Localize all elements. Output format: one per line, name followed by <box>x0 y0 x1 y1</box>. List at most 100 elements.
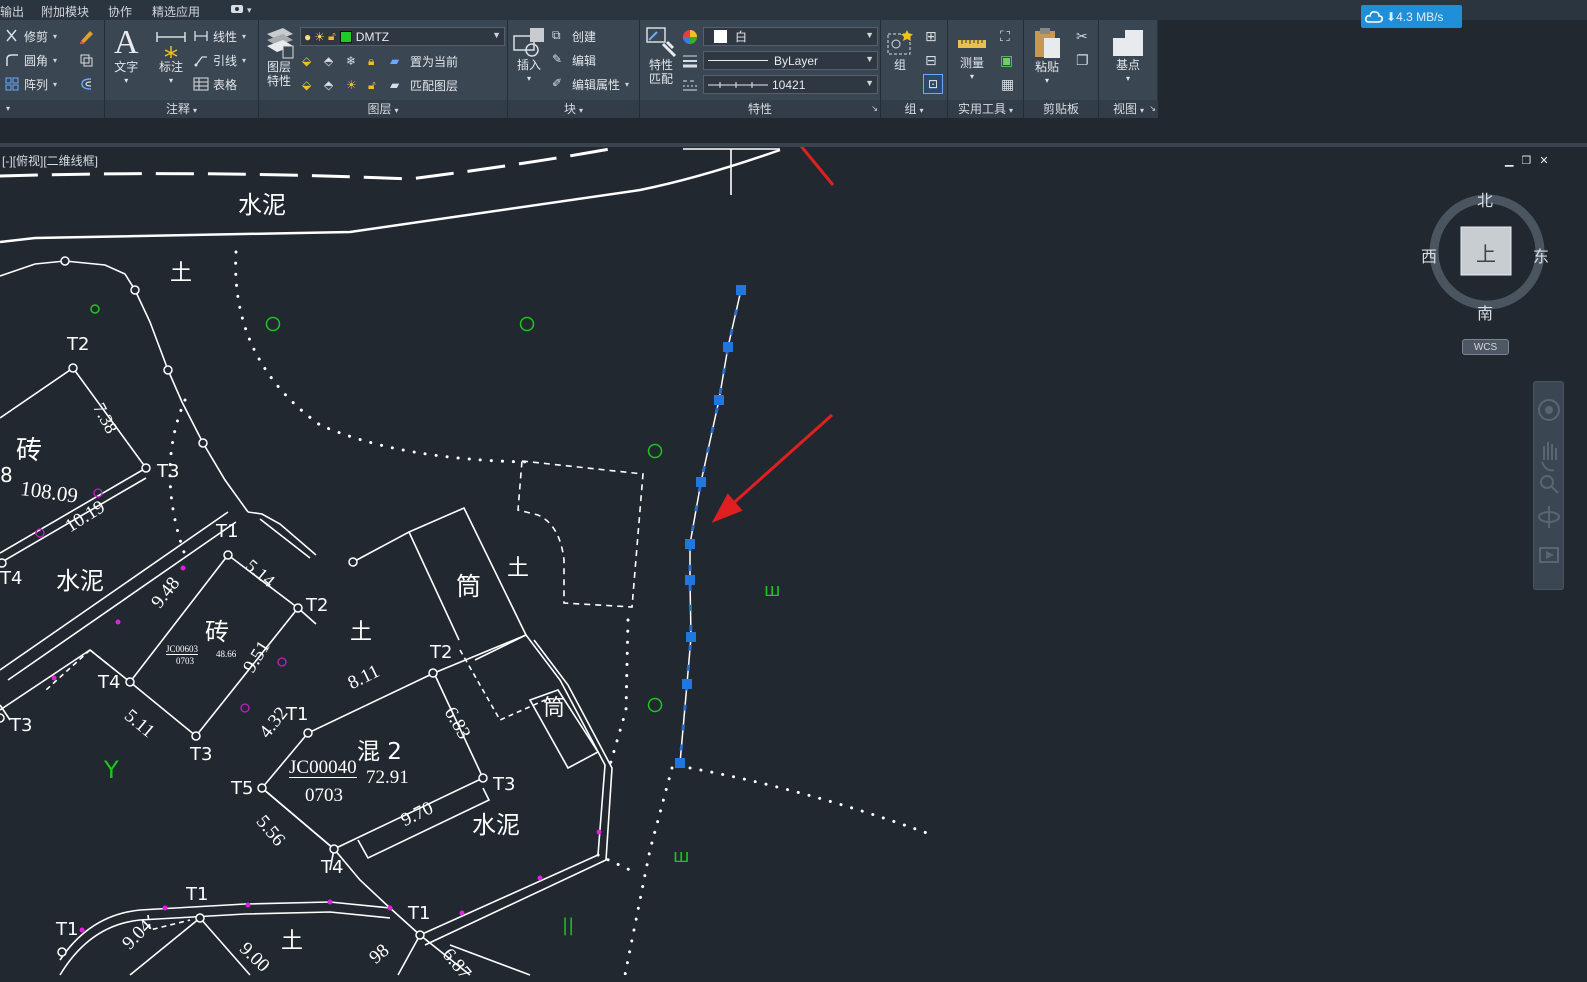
wcs-menu[interactable]: WCS <box>1462 339 1509 355</box>
showmotion-icon[interactable] <box>1539 547 1559 563</box>
fillet-icon <box>6 54 18 66</box>
match-properties-button[interactable]: 特性 匹配 <box>645 26 677 86</box>
menu-collaborate[interactable]: 协作 <box>108 3 132 20</box>
fillet-button[interactable]: 圆角 ▾ <box>4 50 57 70</box>
array-button[interactable]: 阵列 ▾ <box>4 74 57 94</box>
layer-unisolate-icon[interactable]: ⬙ <box>302 78 324 92</box>
set-current-button[interactable]: 置为当前 <box>410 53 458 70</box>
groups-panel-title[interactable]: 组 ▾ <box>881 100 947 118</box>
layer-thaw-all-icon[interactable]: ☀ <box>346 78 368 92</box>
minimize-icon[interactable]: ▁ <box>1505 154 1513 167</box>
copy-clip-icon[interactable]: ❐ <box>1076 52 1089 69</box>
layer-unlock-all-icon[interactable]: 🔓︎ <box>368 78 390 93</box>
group-button[interactable]: 组 <box>885 28 915 72</box>
viewcube-west[interactable]: 西 <box>1421 243 1437 267</box>
leader-button[interactable]: 引线 ▾ <box>193 50 246 70</box>
select-all-icon[interactable]: ▣ <box>1000 52 1013 69</box>
drawing-canvas[interactable] <box>0 147 1587 982</box>
color-value: 白 <box>735 30 748 44</box>
text-button[interactable]: A 文字 ▾ <box>114 26 139 88</box>
edit-block-button[interactable]: ✎ 编辑 <box>552 50 596 70</box>
workspace-icon[interactable] <box>230 3 244 18</box>
modify-panel: 修剪 ▾ 圆角 ▾ 阵列 ▾ ▾ <box>0 20 105 118</box>
drawing-label: T5 <box>231 778 254 799</box>
menu-featured-apps[interactable]: 精选应用 <box>152 3 200 20</box>
modify-panel-title[interactable]: ▾ <box>0 100 104 118</box>
base-point-label: 基点 <box>1115 58 1140 72</box>
linetype-dropdown[interactable]: ByLayer ▼ <box>703 51 878 70</box>
calculator-icon[interactable]: ▦ <box>1001 76 1014 93</box>
layer-freeze-icon[interactable]: ❄ <box>346 54 368 68</box>
ungroup-icon[interactable]: ⊞ <box>925 28 937 45</box>
drawing-label: 0703 <box>176 656 194 666</box>
zoom-extents-icon[interactable] <box>1540 475 1559 494</box>
base-point-button[interactable]: 基点 ▾ <box>1111 28 1145 86</box>
quick-select-icon[interactable]: ⛶ <box>1000 28 1010 45</box>
create-block-button[interactable]: ⧉ 创建 <box>552 26 596 46</box>
layer-isolate-icon[interactable]: ⬙ <box>302 54 324 68</box>
color-dropdown[interactable]: 白 ▼ <box>703 27 878 46</box>
utilities-panel-title[interactable]: 实用工具 ▾ <box>948 100 1023 118</box>
steering-wheel-icon[interactable] <box>1538 399 1560 421</box>
create-block-icon: ⧉ <box>552 28 561 42</box>
layer-lock-icon[interactable]: 🔒︎ <box>368 54 390 69</box>
layer-off-icon[interactable]: ⬘ <box>324 54 346 68</box>
view-panel-title[interactable]: 视图 ▾ ↘ <box>1099 100 1158 118</box>
erase-icon[interactable] <box>78 28 96 44</box>
orbit-icon[interactable] <box>1538 506 1560 528</box>
copy-icon[interactable] <box>78 52 96 68</box>
clipboard-panel-title[interactable]: 剪贴板 <box>1024 100 1098 118</box>
color-wheel-icon <box>683 30 697 44</box>
table-button[interactable]: 表格 <box>193 74 237 94</box>
groups-panel: 组 ⊞ ⊟ ⊡ 组 ▾ <box>881 20 948 118</box>
drawing-label: 0703 <box>305 785 343 806</box>
group-edit-icon[interactable]: ⊟ <box>925 52 937 69</box>
block-panel-title[interactable]: 块 ▾ <box>508 100 639 118</box>
dimension-button[interactable]: 标注 ▾ <box>155 28 187 88</box>
match-properties-icon <box>646 27 677 58</box>
pan-icon[interactable] <box>1541 442 1557 472</box>
menu-addins[interactable]: 附加模块 <box>41 3 89 20</box>
layer-dropdown[interactable]: ● ☀ 🔓︎ DMTZ ▼ <box>300 27 505 46</box>
edit-attributes-button[interactable]: ✐ 编辑属性 ▾ <box>552 74 629 94</box>
lineweight-dropdown[interactable]: 10421 ▼ <box>703 75 878 94</box>
viewcube-north[interactable]: 北 <box>1477 187 1493 211</box>
layers-panel-title[interactable]: 图层 ▾ <box>259 100 507 118</box>
trim-icon <box>6 29 17 42</box>
measure-button[interactable]: 测量 ▾ <box>956 30 988 84</box>
viewcube-south[interactable]: 南 <box>1477 300 1493 324</box>
layer-tools-row-2: ⬙ ⬘ ☀ 🔓︎ ▰ 匹配图层 <box>302 75 458 95</box>
drawing-label: 土 <box>350 620 373 645</box>
insert-button[interactable]: 插入 ▾ <box>512 26 546 86</box>
paste-button[interactable]: 粘贴 ▾ <box>1032 26 1062 88</box>
offset-icon[interactable] <box>78 76 96 92</box>
drawing-label: T3 <box>190 744 213 765</box>
table-icon <box>193 77 209 91</box>
layer-properties-button[interactable]: 图层 特性 <box>263 26 295 88</box>
match-layer-button[interactable]: 匹配图层 <box>410 77 458 94</box>
layer-on-all-icon[interactable]: ⬘ <box>324 78 346 92</box>
base-view-icon <box>1113 30 1143 56</box>
annotation-panel-title[interactable]: 注释 ▾ <box>105 100 258 118</box>
fillet-label: 圆角 <box>24 53 49 68</box>
clipboard-panel: 粘贴 ▾ ✂ ❐ 剪贴板 <box>1024 20 1099 118</box>
paste-icon <box>1035 28 1060 58</box>
group-selection-toggle[interactable]: ⊡ <box>923 74 943 94</box>
close-icon[interactable]: ✕ <box>1539 154 1548 167</box>
layer-unlock-icon: 🔓︎ <box>328 29 336 43</box>
view-panel: 基点 ▾ 视图 ▾ ↘ <box>1099 20 1158 118</box>
viewport-controls-label[interactable]: [-][俯视][二维线框] <box>2 152 98 169</box>
restore-icon[interactable]: ❐ <box>1521 154 1531 167</box>
viewcube-top-face[interactable]: 上 <box>1476 238 1496 267</box>
download-arrow-icon: ⬇ <box>1386 9 1397 24</box>
properties-panel-title[interactable]: 特性 ↘ <box>640 100 880 118</box>
viewcube-east[interactable]: 东 <box>1533 243 1549 267</box>
menu-output[interactable]: 输出 <box>0 3 24 20</box>
trim-button[interactable]: 修剪 ▾ <box>4 26 57 46</box>
drawing-label: T1 <box>216 521 239 542</box>
network-speed-text: 4.3 MB/s <box>1396 9 1444 24</box>
linear-button[interactable]: 线性 ▾ <box>193 26 246 46</box>
drawing-label: 土 <box>170 261 193 286</box>
cut-icon[interactable]: ✂ <box>1076 28 1088 45</box>
workspace-caret[interactable]: ▾ <box>247 5 252 16</box>
